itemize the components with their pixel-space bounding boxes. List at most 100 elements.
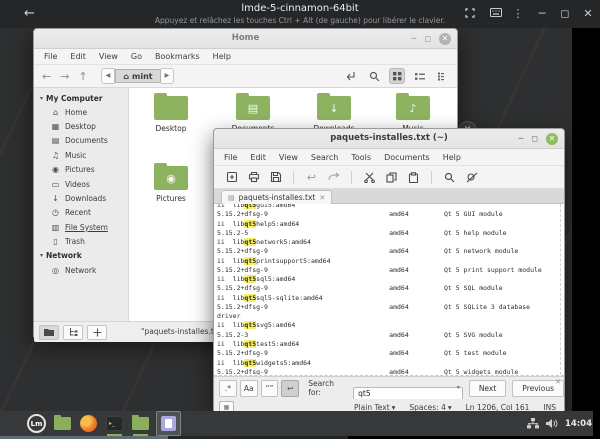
keyboard-icon[interactable] — [488, 7, 504, 17]
tab-file-icon: ▤ — [228, 194, 235, 202]
paste-icon[interactable] — [404, 169, 423, 186]
sidebar-item-music[interactable]: ♫Music — [34, 148, 128, 162]
fm-menu-file[interactable]: File — [44, 52, 57, 61]
editor-menu-tools[interactable]: Tools — [351, 153, 371, 162]
whole-word-toggle[interactable]: “” — [261, 380, 279, 397]
editor-menu-documents[interactable]: Documents — [384, 153, 430, 162]
undo-icon[interactable]: ↩ — [302, 169, 321, 186]
find-icon[interactable] — [440, 169, 459, 186]
sidebar-item-desktop[interactable]: ▦Desktop — [34, 119, 128, 133]
copy-icon[interactable] — [382, 169, 401, 186]
editor-tabbar: ▤ paquets-installes.txt ✕ — [214, 189, 564, 204]
sidebar-section-network[interactable]: ▾Network — [34, 249, 128, 263]
vm-minimize-button[interactable]: ─ — [534, 7, 550, 20]
fm-back-button[interactable]: ← — [42, 70, 51, 83]
compact-view-icon[interactable] — [435, 68, 451, 84]
sidebar-item-pictures[interactable]: ◉Pictures — [34, 163, 128, 177]
list-view-icon[interactable] — [412, 68, 428, 84]
terminal-window-icon[interactable]: ▸_ — [105, 414, 124, 433]
file-manager-window-icon[interactable] — [131, 414, 150, 433]
grid-view-icon[interactable] — [389, 68, 405, 84]
kebab-menu-icon[interactable]: ⋮ — [510, 7, 526, 20]
sidebar-item-recent[interactable]: ◷Recent — [34, 206, 128, 220]
cut-icon[interactable] — [360, 169, 379, 186]
fm-minimize-button[interactable]: ─ — [412, 32, 417, 45]
sidebar-item-videos[interactable]: ▭Videos — [34, 177, 128, 191]
editor-titlebar[interactable]: paquets-installes.txt (~) ─ ◻ ✕ — [214, 129, 564, 149]
expander-icon: ▾ — [40, 95, 43, 102]
next-button[interactable]: Next — [469, 380, 506, 397]
redo-icon[interactable] — [324, 169, 343, 186]
breadcrumb-current[interactable]: ⌂ mint — [115, 69, 160, 83]
toggle-location-entry-icon[interactable] — [343, 68, 359, 84]
print-icon[interactable] — [244, 169, 263, 186]
mint-menu-button[interactable]: Lm — [27, 414, 46, 433]
sidebar-item-downloads[interactable]: ↓Downloads — [34, 191, 128, 205]
firefox-launcher-icon[interactable] — [79, 414, 98, 433]
home-icon: ⌂ — [123, 72, 129, 81]
editor-menu-file[interactable]: File — [224, 153, 237, 162]
fullscreen-icon[interactable] — [462, 7, 478, 18]
toggle-treeview-button[interactable] — [63, 325, 83, 340]
editor-maximize-button[interactable]: ◻ — [531, 132, 538, 145]
taskbar-panel: Lm ▸_ 14:04 — [0, 411, 600, 436]
files-launcher-icon[interactable] — [53, 414, 72, 433]
editor-menu-edit[interactable]: Edit — [250, 153, 266, 162]
toggle-places-button[interactable] — [39, 325, 59, 340]
wrap-around-toggle[interactable]: ↩ — [281, 380, 299, 397]
fm-menu-view[interactable]: View — [99, 52, 118, 61]
sidebar-item-home[interactable]: ⌂Home — [34, 105, 128, 119]
network-icon[interactable] — [527, 418, 539, 429]
fm-menu-help[interactable]: Help — [213, 52, 231, 61]
search-close-icon[interactable]: ✕ — [555, 378, 561, 386]
desktop-black-band — [572, 28, 600, 411]
folder-downloads[interactable]: ↓Downloads — [302, 92, 366, 133]
search-history-dropdown-icon[interactable]: ▾ — [457, 384, 460, 391]
find-replace-icon[interactable] — [462, 169, 481, 186]
editor-text-area[interactable]: ii libqt5gui5:amd64 5.15.2+dfsg-9 amd64 … — [214, 204, 564, 376]
sidebar-item-file-system[interactable]: ▥File System — [34, 220, 128, 234]
vm-close-button[interactable]: ✕ — [580, 7, 596, 20]
fm-selection-status: "paquets-installes.tx — [141, 327, 218, 336]
fm-titlebar[interactable]: Home ─ ◻ ✕ — [34, 29, 457, 49]
editor-minimize-button[interactable]: ─ — [519, 132, 524, 145]
breadcrumb-label: mint — [132, 72, 153, 81]
fm-menu-go[interactable]: Go — [131, 52, 142, 61]
breadcrumb-left-icon[interactable]: ◀ — [101, 68, 116, 84]
volume-icon[interactable] — [546, 418, 558, 429]
editor-tab[interactable]: ▤ paquets-installes.txt ✕ — [221, 190, 332, 204]
folder-desktop[interactable]: Desktop — [139, 92, 203, 133]
fm-up-button[interactable]: ↑ — [78, 70, 87, 83]
sidebar-item-trash[interactable]: ▯Trash — [34, 235, 128, 249]
sidebar-item-documents[interactable]: ▤Documents — [34, 134, 128, 148]
editor-window: paquets-installes.txt (~) ─ ◻ ✕ File Edit… — [213, 128, 565, 412]
clock[interactable]: 14:04 — [565, 419, 592, 429]
editor-close-button[interactable]: ✕ — [546, 133, 558, 145]
match-case-toggle[interactable]: Aa — [240, 380, 258, 397]
fm-forward-button[interactable]: → — [60, 70, 69, 83]
new-document-icon[interactable] — [222, 169, 241, 186]
folder-documents[interactable]: ▤Documents — [221, 92, 285, 133]
breadcrumb-right-icon[interactable]: ▶ — [161, 68, 175, 84]
editor-menu-search[interactable]: Search — [311, 153, 338, 162]
search-icon[interactable] — [366, 68, 382, 84]
save-icon[interactable] — [266, 169, 285, 186]
editor-menu-help[interactable]: Help — [443, 153, 461, 162]
fm-menu-bookmarks[interactable]: Bookmarks — [155, 52, 200, 61]
fm-maximize-button[interactable]: ◻ — [424, 32, 431, 45]
zoom-level-button[interactable] — [87, 325, 107, 340]
tab-close-icon[interactable]: ✕ — [319, 194, 325, 202]
sidebar-section-my-computer[interactable]: ▾My Computer — [34, 91, 128, 105]
breadcrumb: ◀ ⌂ mint ▶ — [101, 68, 175, 84]
regex-toggle[interactable]: .* — [219, 380, 237, 397]
folder-music[interactable]: ♪Music — [381, 92, 445, 133]
documents-icon: ▤ — [51, 136, 60, 145]
music-icon: ♫ — [51, 151, 60, 160]
sidebar-item-network[interactable]: ◎Network — [34, 263, 128, 277]
vm-maximize-button[interactable]: ◻ — [557, 7, 573, 20]
fm-close-button[interactable]: ✕ — [439, 33, 451, 45]
fm-menu-edit[interactable]: Edit — [70, 52, 86, 61]
text-editor-window-icon[interactable] — [156, 411, 181, 436]
editor-menu-view[interactable]: View — [279, 153, 298, 162]
folder-pictures[interactable]: ◉Pictures — [139, 162, 203, 203]
